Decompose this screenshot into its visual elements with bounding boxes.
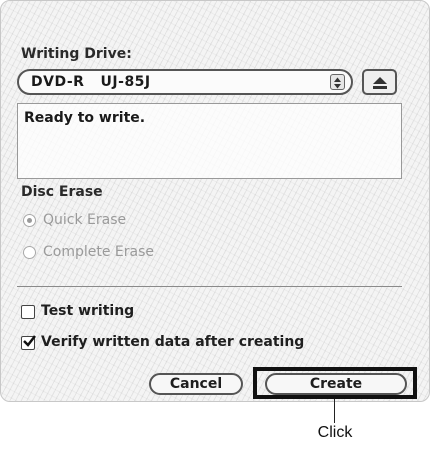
click-callout: Click [317,424,353,441]
quick-erase-label: Quick Erase [43,212,127,228]
radio-selected-dot [27,218,32,223]
verify-checkbox[interactable] [21,334,37,353]
eject-icon [372,75,388,94]
test-writing-label: Test writing [41,303,135,319]
quick-erase-radio[interactable] [23,214,36,227]
verify-label: Verify written data after creating [41,334,305,350]
checkmark-icon [22,334,37,353]
writing-drive-popup[interactable]: DVD-R UJ-85J [17,69,353,95]
complete-erase-radio[interactable] [23,246,36,259]
complete-erase-label: Complete Erase [43,244,155,260]
disc-erase-label: Disc Erase [21,184,103,200]
status-box: Ready to write. [17,103,402,179]
callout-line [334,399,335,423]
up-down-arrows-icon [330,74,345,90]
eject-button[interactable] [362,69,397,95]
status-text: Ready to write. [24,110,146,126]
test-writing-checkbox[interactable] [21,305,35,319]
write-disc-dialog: Writing Drive: DVD-R UJ-85J Ready to wri… [0,0,430,402]
writing-drive-value: DVD-R UJ-85J [31,74,151,90]
writing-drive-label: Writing Drive: [21,46,132,62]
divider [17,286,402,287]
cancel-button[interactable]: Cancel [149,373,243,395]
create-button-highlight [253,367,417,399]
